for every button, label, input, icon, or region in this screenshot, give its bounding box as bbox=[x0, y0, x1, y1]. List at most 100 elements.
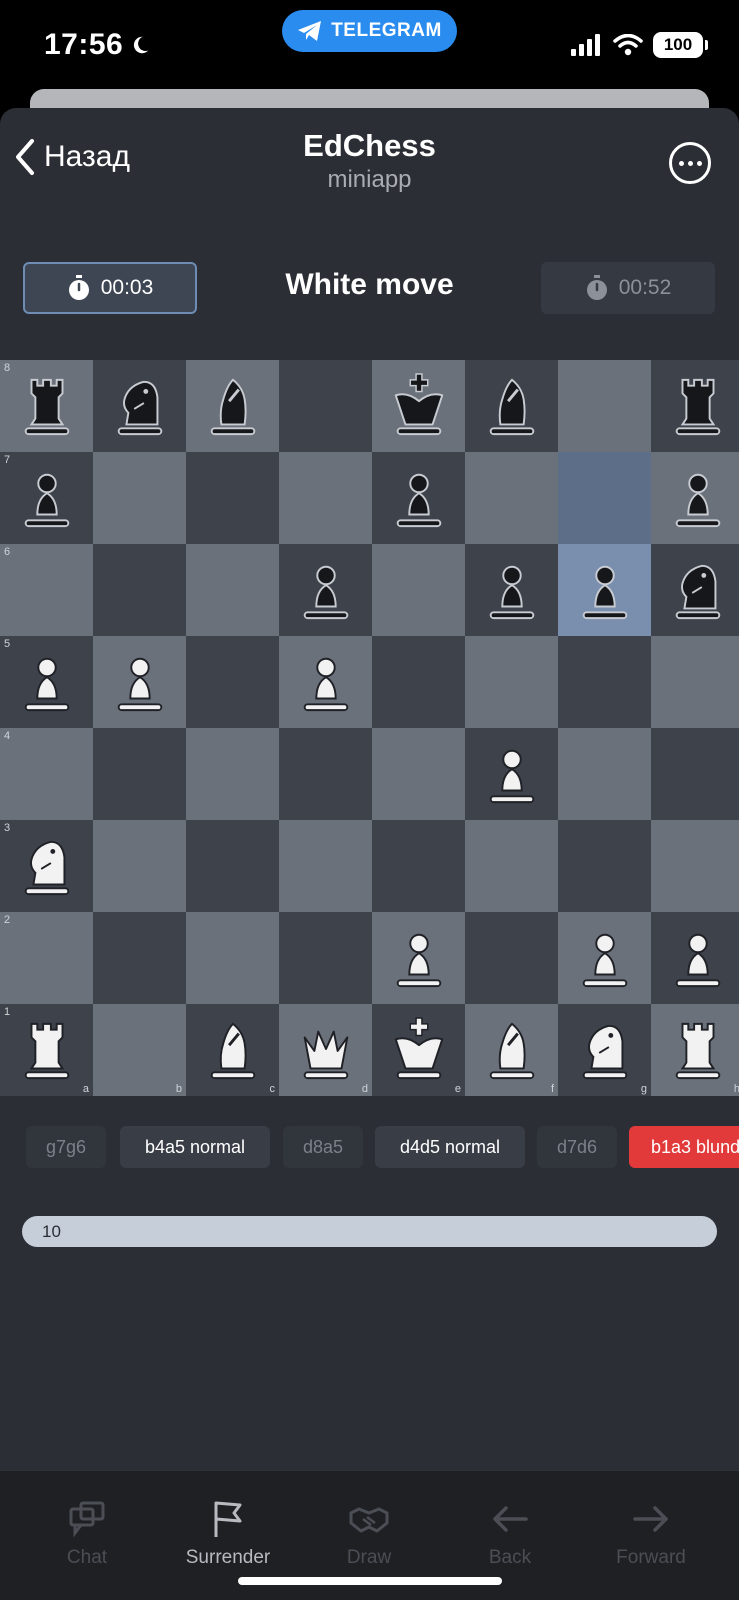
square-c2[interactable] bbox=[186, 912, 279, 1004]
white-rook-icon[interactable] bbox=[0, 1004, 93, 1096]
square-h8[interactable] bbox=[651, 360, 739, 452]
square-g7[interactable] bbox=[558, 452, 651, 544]
square-b2[interactable] bbox=[93, 912, 186, 1004]
square-f4[interactable] bbox=[465, 728, 558, 820]
square-b5[interactable] bbox=[93, 636, 186, 728]
square-f1[interactable]: f bbox=[465, 1004, 558, 1096]
white-queen-icon[interactable] bbox=[279, 1004, 372, 1096]
square-g4[interactable] bbox=[558, 728, 651, 820]
square-h7[interactable] bbox=[651, 452, 739, 544]
square-h5[interactable] bbox=[651, 636, 739, 728]
black-pawn-icon[interactable] bbox=[279, 544, 372, 636]
white-pawn-icon[interactable] bbox=[93, 636, 186, 728]
square-a3[interactable]: 3 bbox=[0, 820, 93, 912]
square-d1[interactable]: d bbox=[279, 1004, 372, 1096]
square-g2[interactable] bbox=[558, 912, 651, 1004]
chat-button[interactable]: Chat bbox=[17, 1471, 157, 1600]
black-bishop-icon[interactable] bbox=[186, 360, 279, 452]
square-a5[interactable]: 5 bbox=[0, 636, 93, 728]
move-chip[interactable]: b4a5 normal bbox=[120, 1126, 270, 1168]
white-pawn-icon[interactable] bbox=[0, 636, 93, 728]
square-h3[interactable] bbox=[651, 820, 739, 912]
square-f5[interactable] bbox=[465, 636, 558, 728]
square-h2[interactable] bbox=[651, 912, 739, 1004]
square-e8[interactable] bbox=[372, 360, 465, 452]
square-e3[interactable] bbox=[372, 820, 465, 912]
move-chip[interactable]: d7d6 bbox=[537, 1126, 617, 1168]
square-f7[interactable] bbox=[465, 452, 558, 544]
square-e4[interactable] bbox=[372, 728, 465, 820]
black-rook-icon[interactable] bbox=[0, 360, 93, 452]
move-progress-bar[interactable]: 10 bbox=[22, 1216, 717, 1247]
white-bishop-icon[interactable] bbox=[186, 1004, 279, 1096]
square-a1[interactable]: 1a bbox=[0, 1004, 93, 1096]
square-d5[interactable] bbox=[279, 636, 372, 728]
black-pawn-icon[interactable] bbox=[465, 544, 558, 636]
move-chip[interactable]: d8a5 bbox=[283, 1126, 363, 1168]
square-a6[interactable]: 6 bbox=[0, 544, 93, 636]
square-c3[interactable] bbox=[186, 820, 279, 912]
square-e5[interactable] bbox=[372, 636, 465, 728]
square-a2[interactable]: 2 bbox=[0, 912, 93, 1004]
square-a7[interactable]: 7 bbox=[0, 452, 93, 544]
square-h1[interactable]: h bbox=[651, 1004, 739, 1096]
black-bishop-icon[interactable] bbox=[465, 360, 558, 452]
square-e7[interactable] bbox=[372, 452, 465, 544]
black-pawn-icon[interactable] bbox=[558, 544, 651, 636]
square-a8[interactable]: 8 bbox=[0, 360, 93, 452]
square-a4[interactable]: 4 bbox=[0, 728, 93, 820]
square-d2[interactable] bbox=[279, 912, 372, 1004]
square-f2[interactable] bbox=[465, 912, 558, 1004]
square-b1[interactable]: b bbox=[93, 1004, 186, 1096]
square-d7[interactable] bbox=[279, 452, 372, 544]
square-f8[interactable] bbox=[465, 360, 558, 452]
square-g6[interactable] bbox=[558, 544, 651, 636]
white-knight-icon[interactable] bbox=[558, 1004, 651, 1096]
square-g5[interactable] bbox=[558, 636, 651, 728]
square-h6[interactable] bbox=[651, 544, 739, 636]
square-b7[interactable] bbox=[93, 452, 186, 544]
square-c6[interactable] bbox=[186, 544, 279, 636]
square-g3[interactable] bbox=[558, 820, 651, 912]
square-b6[interactable] bbox=[93, 544, 186, 636]
square-f3[interactable] bbox=[465, 820, 558, 912]
white-pawn-icon[interactable] bbox=[279, 636, 372, 728]
square-h4[interactable] bbox=[651, 728, 739, 820]
square-c8[interactable] bbox=[186, 360, 279, 452]
square-d6[interactable] bbox=[279, 544, 372, 636]
square-e1[interactable]: e bbox=[372, 1004, 465, 1096]
square-b8[interactable] bbox=[93, 360, 186, 452]
white-bishop-icon[interactable] bbox=[465, 1004, 558, 1096]
square-b4[interactable] bbox=[93, 728, 186, 820]
black-pawn-icon[interactable] bbox=[0, 452, 93, 544]
square-c4[interactable] bbox=[186, 728, 279, 820]
square-g8[interactable] bbox=[558, 360, 651, 452]
white-pawn-icon[interactable] bbox=[372, 912, 465, 1004]
move-chip[interactable]: g7g6 bbox=[26, 1126, 106, 1168]
move-history[interactable]: g7g6 b4a5 normal d8a5 d4d5 normal d7d6 b1a3 b… bbox=[0, 1126, 739, 1170]
square-g1[interactable]: g bbox=[558, 1004, 651, 1096]
white-knight-icon[interactable] bbox=[0, 820, 93, 912]
black-king-icon[interactable] bbox=[372, 360, 465, 452]
square-b3[interactable] bbox=[93, 820, 186, 912]
black-knight-icon[interactable] bbox=[93, 360, 186, 452]
move-chip[interactable]: d4d5 normal bbox=[375, 1126, 525, 1168]
black-rook-icon[interactable] bbox=[651, 360, 739, 452]
square-d4[interactable] bbox=[279, 728, 372, 820]
square-e2[interactable] bbox=[372, 912, 465, 1004]
white-pawn-icon[interactable] bbox=[558, 912, 651, 1004]
chess-board[interactable]: 8 7 6 5 4 3 2 1 a b c d e f g h bbox=[0, 360, 739, 1096]
square-c5[interactable] bbox=[186, 636, 279, 728]
move-chip[interactable]: b1a3 blunder bbox=[629, 1126, 739, 1168]
square-d3[interactable] bbox=[279, 820, 372, 912]
black-pawn-icon[interactable] bbox=[651, 452, 739, 544]
square-e6[interactable] bbox=[372, 544, 465, 636]
square-d8[interactable] bbox=[279, 360, 372, 452]
white-rook-icon[interactable] bbox=[651, 1004, 739, 1096]
white-pawn-icon[interactable] bbox=[651, 912, 739, 1004]
telegram-pill[interactable]: TELEGRAM bbox=[282, 10, 457, 52]
square-f6[interactable] bbox=[465, 544, 558, 636]
history-forward-button[interactable]: Forward bbox=[581, 1471, 721, 1600]
black-knight-icon[interactable] bbox=[651, 544, 739, 636]
square-c1[interactable]: c bbox=[186, 1004, 279, 1096]
